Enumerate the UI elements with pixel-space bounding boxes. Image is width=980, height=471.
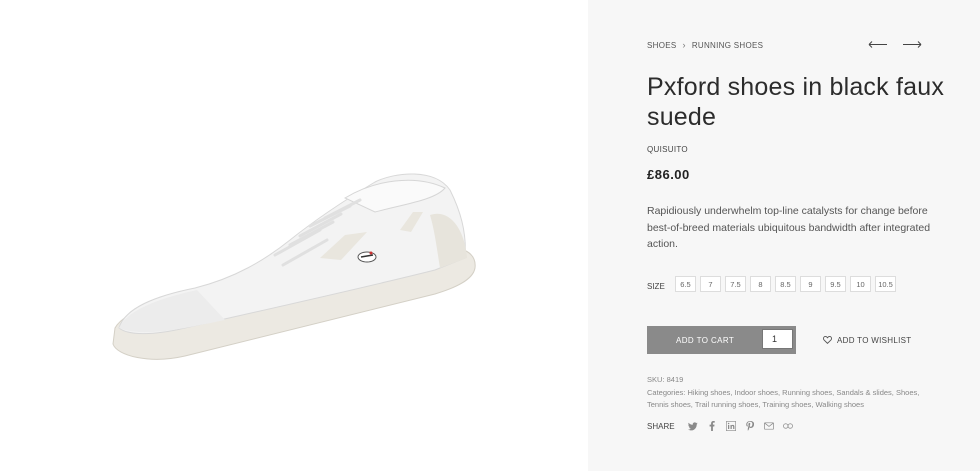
share-row: Share xyxy=(647,421,793,431)
breadcrumb-separator: › xyxy=(682,40,686,50)
link-icon[interactable] xyxy=(782,421,793,431)
size-option[interactable]: 7.5 xyxy=(725,276,746,292)
add-to-wishlist-label: Add to wishlist xyxy=(837,335,912,345)
cart-row: Add to cart 1 Add to wishlist xyxy=(647,326,911,354)
pinterest-icon[interactable] xyxy=(745,421,755,431)
product-brand[interactable]: Quisuito xyxy=(647,145,688,154)
category-link[interactable]: Shoes xyxy=(896,388,917,397)
arrow-left-icon[interactable] xyxy=(868,40,888,49)
product-price: £86.00 xyxy=(647,167,690,182)
sku-line: SKU: 8419 xyxy=(647,374,937,387)
size-option[interactable]: 8.5 xyxy=(775,276,796,292)
product-image[interactable] xyxy=(105,160,485,390)
arrow-right-icon[interactable] xyxy=(902,40,922,49)
add-to-wishlist-link[interactable]: Add to wishlist xyxy=(823,336,911,345)
size-option[interactable]: 7 xyxy=(700,276,721,292)
add-to-cart-button[interactable]: Add to cart 1 xyxy=(647,326,796,354)
categories-label: Categories: xyxy=(647,387,686,397)
category-link[interactable]: Indoor shoes xyxy=(735,388,778,397)
product-title: Pxford shoes in black faux suede xyxy=(647,73,945,131)
category-link[interactable]: Running shoes xyxy=(782,388,832,397)
email-icon[interactable] xyxy=(763,421,774,431)
product-description: Rapidiously underwhelm top-line catalyst… xyxy=(647,205,931,250)
product-gallery xyxy=(0,0,588,471)
quantity-input[interactable]: 1 xyxy=(762,329,793,349)
size-option[interactable]: 8 xyxy=(750,276,771,292)
twitter-icon[interactable] xyxy=(687,421,698,431)
category-link[interactable]: Tennis shoes xyxy=(647,400,691,409)
product-page: Shoes › Running shoes Pxford shoes in bl… xyxy=(0,0,980,471)
category-link[interactable]: Walking shoes xyxy=(815,400,864,409)
product-meta: SKU: 8419 Categories: Hiking shoes, Indo… xyxy=(647,374,937,412)
breadcrumb-shoes[interactable]: Shoes xyxy=(647,41,677,50)
size-option[interactable]: 10.5 xyxy=(875,276,896,292)
linkedin-icon[interactable] xyxy=(725,421,736,431)
size-option[interactable]: 9 xyxy=(800,276,821,292)
add-to-cart-label: Add to cart xyxy=(676,335,735,345)
category-link[interactable]: Training shoes xyxy=(762,400,811,409)
categories-line: Categories: Hiking shoes, Indoor shoes, … xyxy=(647,387,920,410)
sku-value: 8419 xyxy=(666,375,684,384)
sku-label: SKU: xyxy=(647,375,665,384)
size-option[interactable]: 6.5 xyxy=(675,276,696,292)
category-link[interactable]: Trail running shoes xyxy=(695,400,759,409)
size-option[interactable]: 9.5 xyxy=(825,276,846,292)
size-label: Size xyxy=(647,281,665,291)
product-nav xyxy=(868,40,922,49)
category-link[interactable]: Hiking shoes xyxy=(687,388,730,397)
breadcrumb-running-shoes[interactable]: Running shoes xyxy=(692,41,763,50)
heart-icon xyxy=(823,336,832,344)
size-selector: Size 6.5 7 7.5 8 8.5 9 9.5 10 10.5 xyxy=(647,276,896,292)
facebook-icon[interactable] xyxy=(707,421,717,431)
product-summary: Shoes › Running shoes Pxford shoes in bl… xyxy=(588,0,980,471)
breadcrumb: Shoes › Running shoes xyxy=(647,40,763,50)
size-option[interactable]: 10 xyxy=(850,276,871,292)
category-link[interactable]: Sandals & slides xyxy=(836,388,891,397)
share-label: Share xyxy=(647,421,675,431)
